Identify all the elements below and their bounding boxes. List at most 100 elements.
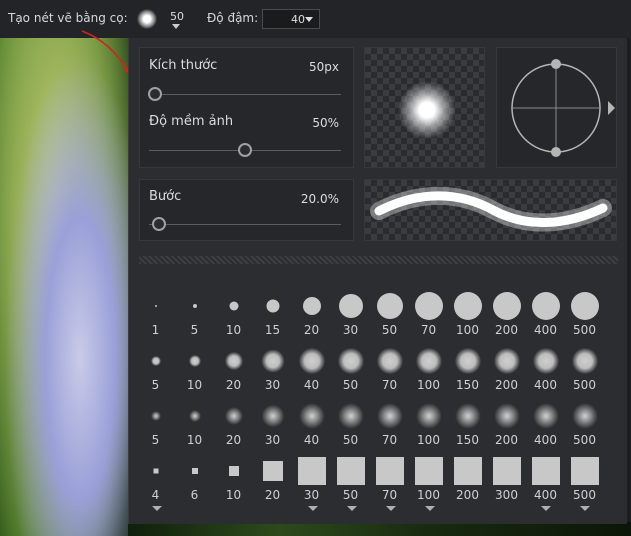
brush-preset-softer-dot-500[interactable]: 500	[565, 396, 604, 451]
brush-shape	[570, 457, 599, 485]
brush-preset-soft-dot-30[interactable]: 30	[253, 341, 292, 396]
brush-shape	[571, 403, 598, 429]
brush-preset-softer-dot-10[interactable]: 10	[175, 396, 214, 451]
brush-shape	[150, 411, 161, 421]
brush-shape	[492, 292, 521, 320]
partial-preset-icon	[541, 506, 551, 511]
brush-shape	[571, 348, 598, 374]
brush-preset-softer-dot-5[interactable]: 5	[136, 396, 175, 451]
brush-shape	[337, 403, 364, 429]
angle-roundness-icon[interactable]	[497, 48, 618, 169]
brush-preset-hard-dot-20[interactable]: 20	[292, 286, 331, 341]
brush-preview-button[interactable]	[137, 9, 157, 29]
brush-preset-soft-dot-100[interactable]: 100	[409, 341, 448, 396]
brush-preset-square-300[interactable]: 300	[487, 451, 526, 506]
brush-preset-softer-dot-150[interactable]: 150	[448, 396, 487, 451]
brush-shape	[570, 292, 599, 320]
brush-preset-soft-dot-200[interactable]: 200	[487, 341, 526, 396]
opacity-select[interactable]: 40	[262, 9, 320, 29]
brush-preset-square-400[interactable]: 400	[526, 451, 565, 506]
brush-preset-size-label: 50	[342, 433, 359, 447]
stroke-label: Tạo nét vẽ bằng cọ:	[8, 11, 128, 25]
brush-preset-soft-dot-400[interactable]: 400	[526, 341, 565, 396]
brush-preset-hard-dot-100[interactable]: 100	[448, 286, 487, 341]
brush-preset-soft-dot-10[interactable]: 10	[175, 341, 214, 396]
brush-preset-softer-dot-20[interactable]: 20	[214, 396, 253, 451]
brush-preset-hard-dot-10[interactable]: 10	[214, 286, 253, 341]
brush-preset-softer-dot-30[interactable]: 30	[253, 396, 292, 451]
brush-preset-softer-dot-70[interactable]: 70	[370, 396, 409, 451]
brush-preset-hard-dot-70[interactable]: 70	[409, 286, 448, 341]
brush-preset-size-label: 1	[151, 323, 160, 337]
brush-preset-size-label: 100	[417, 488, 440, 502]
brush-dropdown-caret-icon[interactable]	[172, 24, 180, 29]
brush-preset-hard-dot-50[interactable]: 50	[370, 286, 409, 341]
brush-preset-size-label: 500	[573, 433, 596, 447]
brush-preset-size-label: 40	[303, 378, 320, 392]
brush-preset-size-label: 70	[381, 378, 398, 392]
brush-preset-size-label: 150	[456, 433, 479, 447]
brush-shape	[297, 457, 326, 485]
brush-shape	[531, 292, 560, 320]
brush-shape	[453, 292, 482, 320]
brush-preset-hard-dot-1[interactable]: 1	[136, 286, 175, 341]
brush-preset-square-4[interactable]: 4	[136, 451, 175, 506]
brush-preset-size-label: 70	[420, 323, 437, 337]
brush-preset-square-100[interactable]: 100	[409, 451, 448, 506]
brush-preset-softer-dot-400[interactable]: 400	[526, 396, 565, 451]
brush-shape	[493, 348, 520, 374]
brush-preset-square-6[interactable]: 6	[175, 451, 214, 506]
brush-preset-soft-dot-20[interactable]: 20	[214, 341, 253, 396]
brush-shape	[228, 466, 239, 476]
brush-preset-soft-dot-150[interactable]: 150	[448, 341, 487, 396]
brush-preset-hard-dot-400[interactable]: 400	[526, 286, 565, 341]
partial-preset-icon	[152, 506, 162, 511]
brush-preset-size-label: 5	[151, 378, 160, 392]
size-label: Kích thước	[149, 58, 218, 73]
partial-preset-icon	[308, 506, 318, 511]
brush-preset-soft-dot-500[interactable]: 500	[565, 341, 604, 396]
brush-preset-square-20[interactable]: 20	[253, 451, 292, 506]
brush-preset-square-70[interactable]: 70	[370, 451, 409, 506]
brush-preset-soft-dot-40[interactable]: 40	[292, 341, 331, 396]
brush-preset-soft-dot-70[interactable]: 70	[370, 341, 409, 396]
brush-preset-size-label: 50	[381, 323, 398, 337]
softness-slider-knob[interactable]	[238, 143, 252, 157]
brush-tip-preview	[364, 47, 485, 168]
brush-preset-softer-dot-200[interactable]: 200	[487, 396, 526, 451]
brush-shape	[415, 403, 442, 429]
size-slider-knob[interactable]	[147, 87, 162, 101]
size-value: 50px	[309, 60, 339, 74]
brush-preset-square-500[interactable]: 500	[565, 451, 604, 506]
step-slider-track[interactable]	[149, 224, 341, 225]
brush-preset-size-label: 10	[225, 488, 242, 502]
brush-shape	[376, 293, 403, 319]
brush-shape	[261, 349, 284, 373]
brush-preset-hard-dot-500[interactable]: 500	[565, 286, 604, 341]
brush-preset-size-label: 4	[151, 488, 160, 502]
brush-preset-square-10[interactable]: 10	[214, 451, 253, 506]
brush-shape	[229, 301, 238, 311]
brush-preset-soft-dot-50[interactable]: 50	[331, 341, 370, 396]
brush-preset-size-label: 70	[381, 488, 398, 502]
brush-preset-square-200[interactable]: 200	[448, 451, 487, 506]
brush-preset-soft-dot-5[interactable]: 5	[136, 341, 175, 396]
brush-shape	[454, 403, 481, 429]
size-slider-track[interactable]	[149, 94, 341, 95]
brush-shape	[262, 461, 283, 481]
brush-preset-hard-dot-5[interactable]: 5	[175, 286, 214, 341]
brush-preset-square-50[interactable]: 50	[331, 451, 370, 506]
brush-preset-softer-dot-50[interactable]: 50	[331, 396, 370, 451]
brush-shape	[414, 292, 443, 320]
step-slider-knob[interactable]	[151, 217, 166, 231]
brush-preset-hard-dot-30[interactable]: 30	[331, 286, 370, 341]
brush-shape	[338, 294, 363, 318]
brush-preset-softer-dot-40[interactable]: 40	[292, 396, 331, 451]
brush-shape	[376, 403, 403, 429]
brush-preset-hard-dot-15[interactable]: 15	[253, 286, 292, 341]
brush-preset-softer-dot-100[interactable]: 100	[409, 396, 448, 451]
brush-preset-square-30[interactable]: 30	[292, 451, 331, 506]
brush-tip-dot	[397, 80, 457, 140]
brush-preset-size-label: 70	[381, 433, 398, 447]
brush-preset-hard-dot-200[interactable]: 200	[487, 286, 526, 341]
